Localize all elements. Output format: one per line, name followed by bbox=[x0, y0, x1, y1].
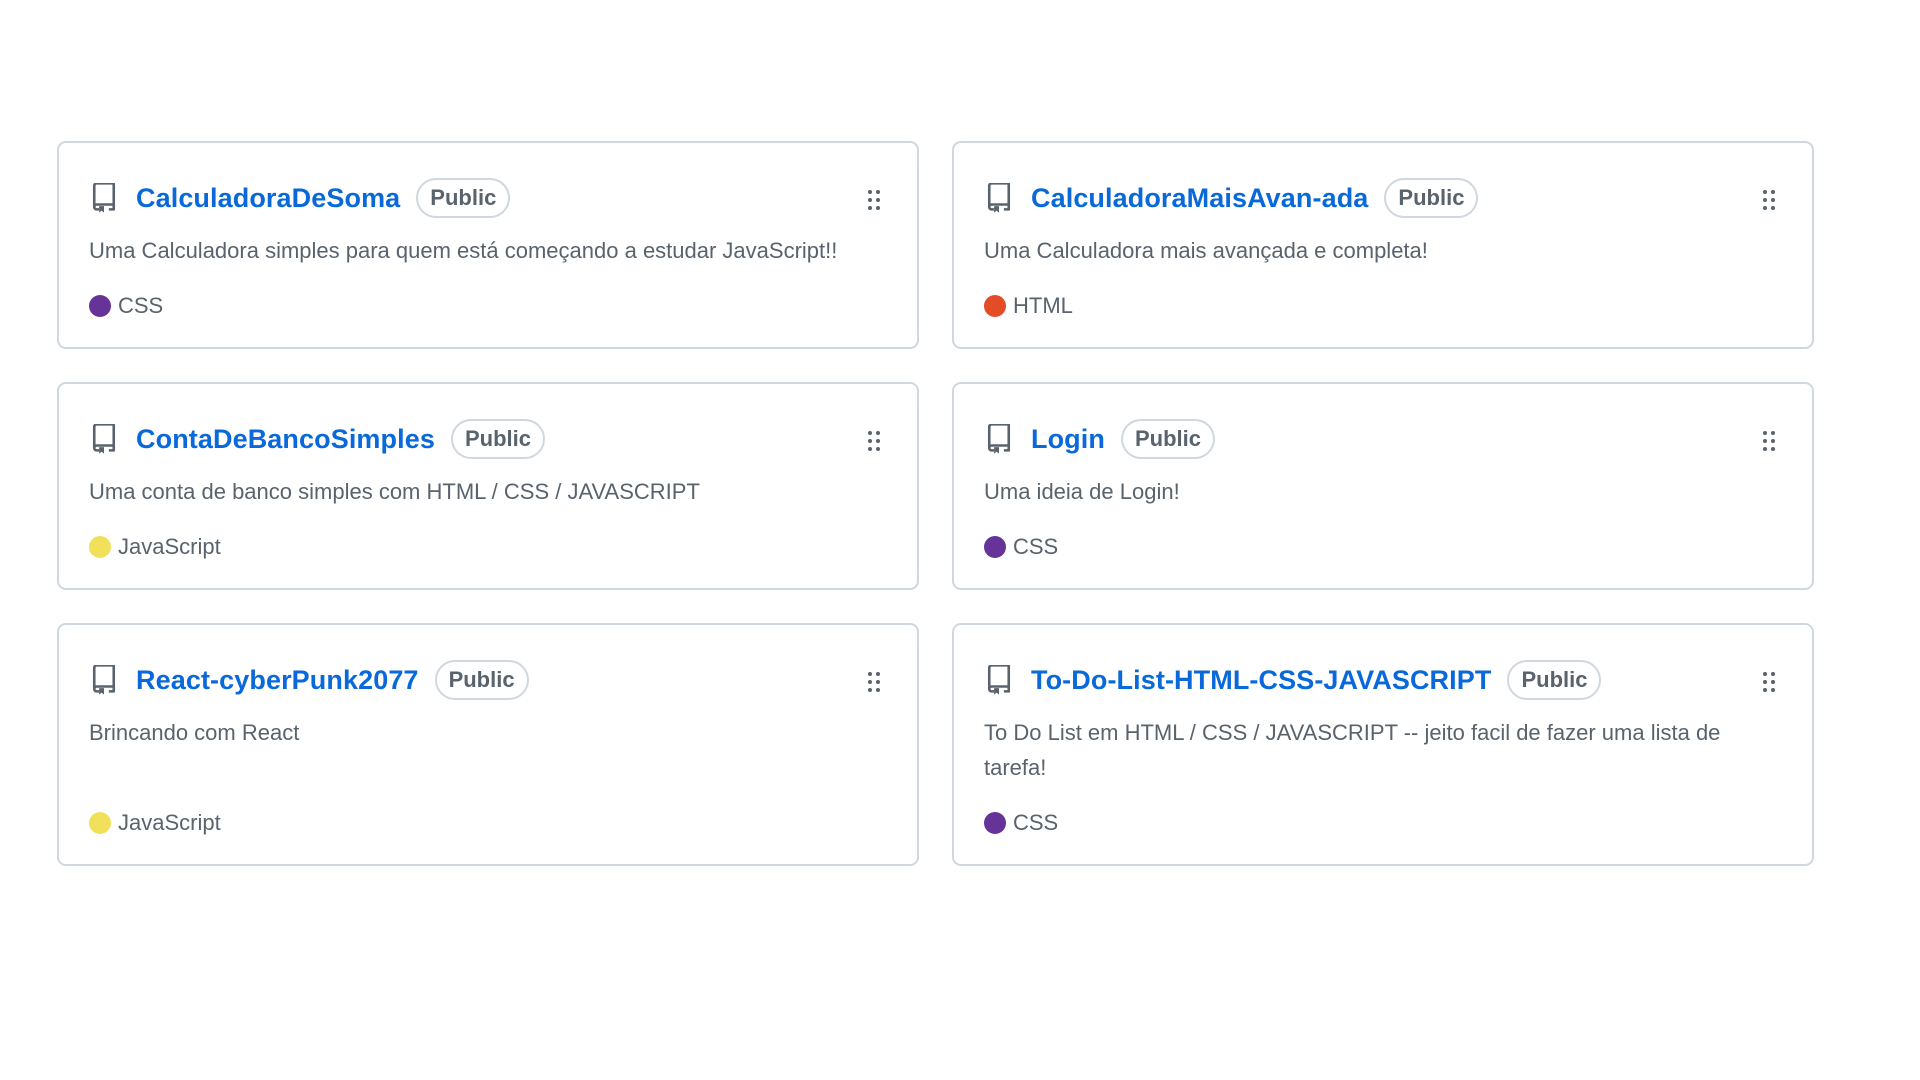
repo-card: CalculadoraDeSoma Public Uma Calculadora… bbox=[57, 141, 919, 349]
visibility-badge: Public bbox=[416, 178, 511, 218]
repo-card: Login Public Uma ideia de Login! CSS bbox=[952, 382, 1814, 590]
language-name: HTML bbox=[1013, 293, 1073, 318]
visibility-badge: Public bbox=[1384, 178, 1479, 218]
repo-language: HTML bbox=[984, 293, 1782, 319]
language-color-dot bbox=[984, 536, 1006, 558]
visibility-badge: Public bbox=[1507, 660, 1602, 700]
repo-card: CalculadoraMaisAvan-ada Public Uma Calcu… bbox=[952, 141, 1814, 349]
repo-name-link[interactable]: React-cyberPunk2077 bbox=[136, 665, 419, 696]
repo-language: JavaScript bbox=[89, 810, 887, 836]
repo-card-header: CalculadoraMaisAvan-ada Public bbox=[984, 178, 1782, 218]
drag-handle-icon[interactable] bbox=[1762, 671, 1776, 693]
repo-language: CSS bbox=[984, 810, 1782, 836]
repo-name-link[interactable]: Login bbox=[1031, 424, 1105, 455]
repo-card-header: Login Public bbox=[984, 419, 1782, 459]
repo-card: ContaDeBancoSimples Public Uma conta de … bbox=[57, 382, 919, 590]
repo-icon bbox=[984, 182, 1014, 214]
repo-card-header: CalculadoraDeSoma Public bbox=[89, 178, 887, 218]
repo-language: CSS bbox=[984, 534, 1782, 560]
repo-name-link[interactable]: To-Do-List-HTML-CSS-JAVASCRIPT bbox=[1031, 665, 1491, 696]
drag-handle-icon[interactable] bbox=[1762, 430, 1776, 452]
drag-handle-icon[interactable] bbox=[867, 189, 881, 211]
repo-name-link[interactable]: CalculadoraMaisAvan-ada bbox=[1031, 183, 1368, 214]
repo-icon bbox=[89, 182, 119, 214]
repo-icon bbox=[89, 423, 119, 455]
repo-description: Uma ideia de Login! bbox=[984, 479, 1180, 504]
repo-description: Uma Calculadora mais avançada e completa… bbox=[984, 238, 1428, 263]
language-name: JavaScript bbox=[118, 534, 221, 559]
repo-name-link[interactable]: CalculadoraDeSoma bbox=[136, 183, 400, 214]
repo-card-header: To-Do-List-HTML-CSS-JAVASCRIPT Public bbox=[984, 660, 1782, 700]
repo-name-link[interactable]: ContaDeBancoSimples bbox=[136, 424, 435, 455]
repo-description: Uma conta de banco simples com HTML / CS… bbox=[89, 479, 700, 504]
repo-description: Brincando com React bbox=[89, 720, 300, 745]
repo-icon bbox=[984, 423, 1014, 455]
repo-icon bbox=[89, 664, 119, 696]
drag-handle-icon[interactable] bbox=[867, 430, 881, 452]
language-color-dot bbox=[89, 812, 111, 834]
visibility-badge: Public bbox=[1120, 419, 1215, 459]
repo-card-header: React-cyberPunk2077 Public bbox=[89, 660, 887, 700]
repo-card: To-Do-List-HTML-CSS-JAVASCRIPT Public To… bbox=[952, 623, 1814, 866]
repo-language: CSS bbox=[89, 293, 887, 319]
repo-card-header: ContaDeBancoSimples Public bbox=[89, 419, 887, 459]
repo-description: To Do List em HTML / CSS / JAVASCRIPT --… bbox=[984, 720, 1721, 780]
repo-icon bbox=[984, 664, 1014, 696]
language-color-dot bbox=[984, 295, 1006, 317]
repo-card: React-cyberPunk2077 Public Brincando com… bbox=[57, 623, 919, 866]
pinned-repos-grid: CalculadoraDeSoma Public Uma Calculadora… bbox=[57, 141, 1815, 866]
language-name: CSS bbox=[118, 293, 164, 318]
language-color-dot bbox=[89, 295, 111, 317]
drag-handle-icon[interactable] bbox=[867, 671, 881, 693]
repo-description: Uma Calculadora simples para quem está c… bbox=[89, 238, 838, 263]
visibility-badge: Public bbox=[434, 660, 529, 700]
language-color-dot bbox=[984, 812, 1006, 834]
language-name: JavaScript bbox=[118, 810, 221, 835]
language-name: CSS bbox=[1013, 534, 1059, 559]
visibility-badge: Public bbox=[450, 419, 545, 459]
repo-language: JavaScript bbox=[89, 534, 887, 560]
language-name: CSS bbox=[1013, 810, 1059, 835]
drag-handle-icon[interactable] bbox=[1762, 189, 1776, 211]
language-color-dot bbox=[89, 536, 111, 558]
